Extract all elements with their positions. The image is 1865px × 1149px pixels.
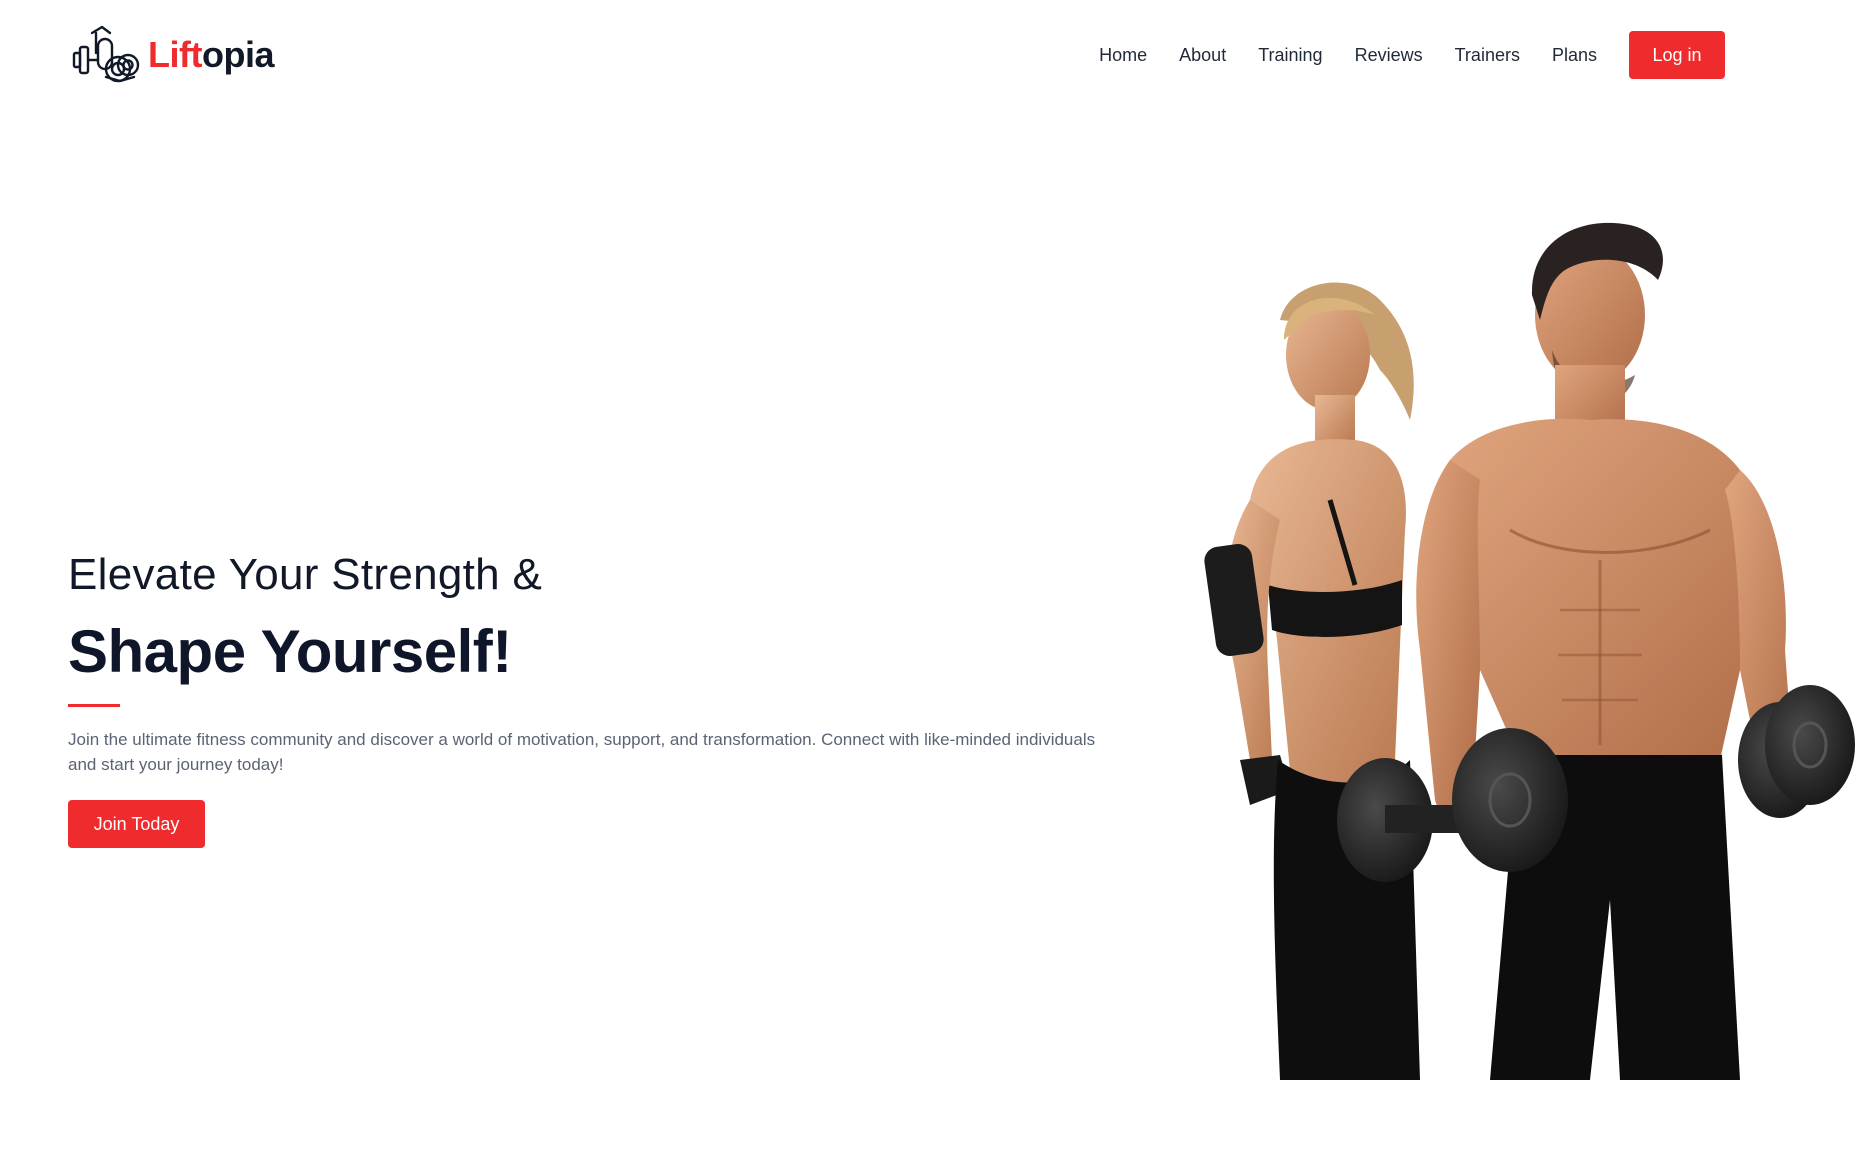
nav-link-home[interactable]: Home [1099, 31, 1147, 79]
hero-subheading: Elevate Your Strength & [68, 550, 543, 599]
brand-name: Liftopia [148, 34, 274, 76]
hero-heading: Shape Yourself! [68, 618, 512, 685]
brand-logo[interactable]: Liftopia [70, 25, 274, 85]
nav-link-reviews[interactable]: Reviews [1355, 31, 1423, 79]
nav-link-training[interactable]: Training [1258, 31, 1322, 79]
hero-description: Join the ultimate fitness community and … [68, 730, 1096, 774]
dumbbell-logo-icon [72, 25, 140, 83]
hero-accent-divider [68, 704, 120, 707]
woman-figure [1204, 282, 1420, 1080]
main-nav: Home About Training Reviews Trainers Pla… [1099, 31, 1725, 79]
athletes-with-dumbbells-image [1204, 222, 1855, 1080]
join-today-button[interactable]: Join Today [68, 800, 205, 848]
brand-name-accent: Lift [148, 34, 202, 75]
login-button[interactable]: Log in [1629, 31, 1725, 79]
nav-link-about[interactable]: About [1179, 31, 1226, 79]
nav-link-trainers[interactable]: Trainers [1455, 31, 1520, 79]
hero-content: Elevate Your Strength & Shape Yourself! … [68, 548, 1118, 848]
nav-link-plans[interactable]: Plans [1552, 31, 1597, 79]
site-header: Liftopia Home About Training Reviews Tra… [0, 0, 1865, 110]
brand-name-rest: opia [201, 34, 275, 75]
